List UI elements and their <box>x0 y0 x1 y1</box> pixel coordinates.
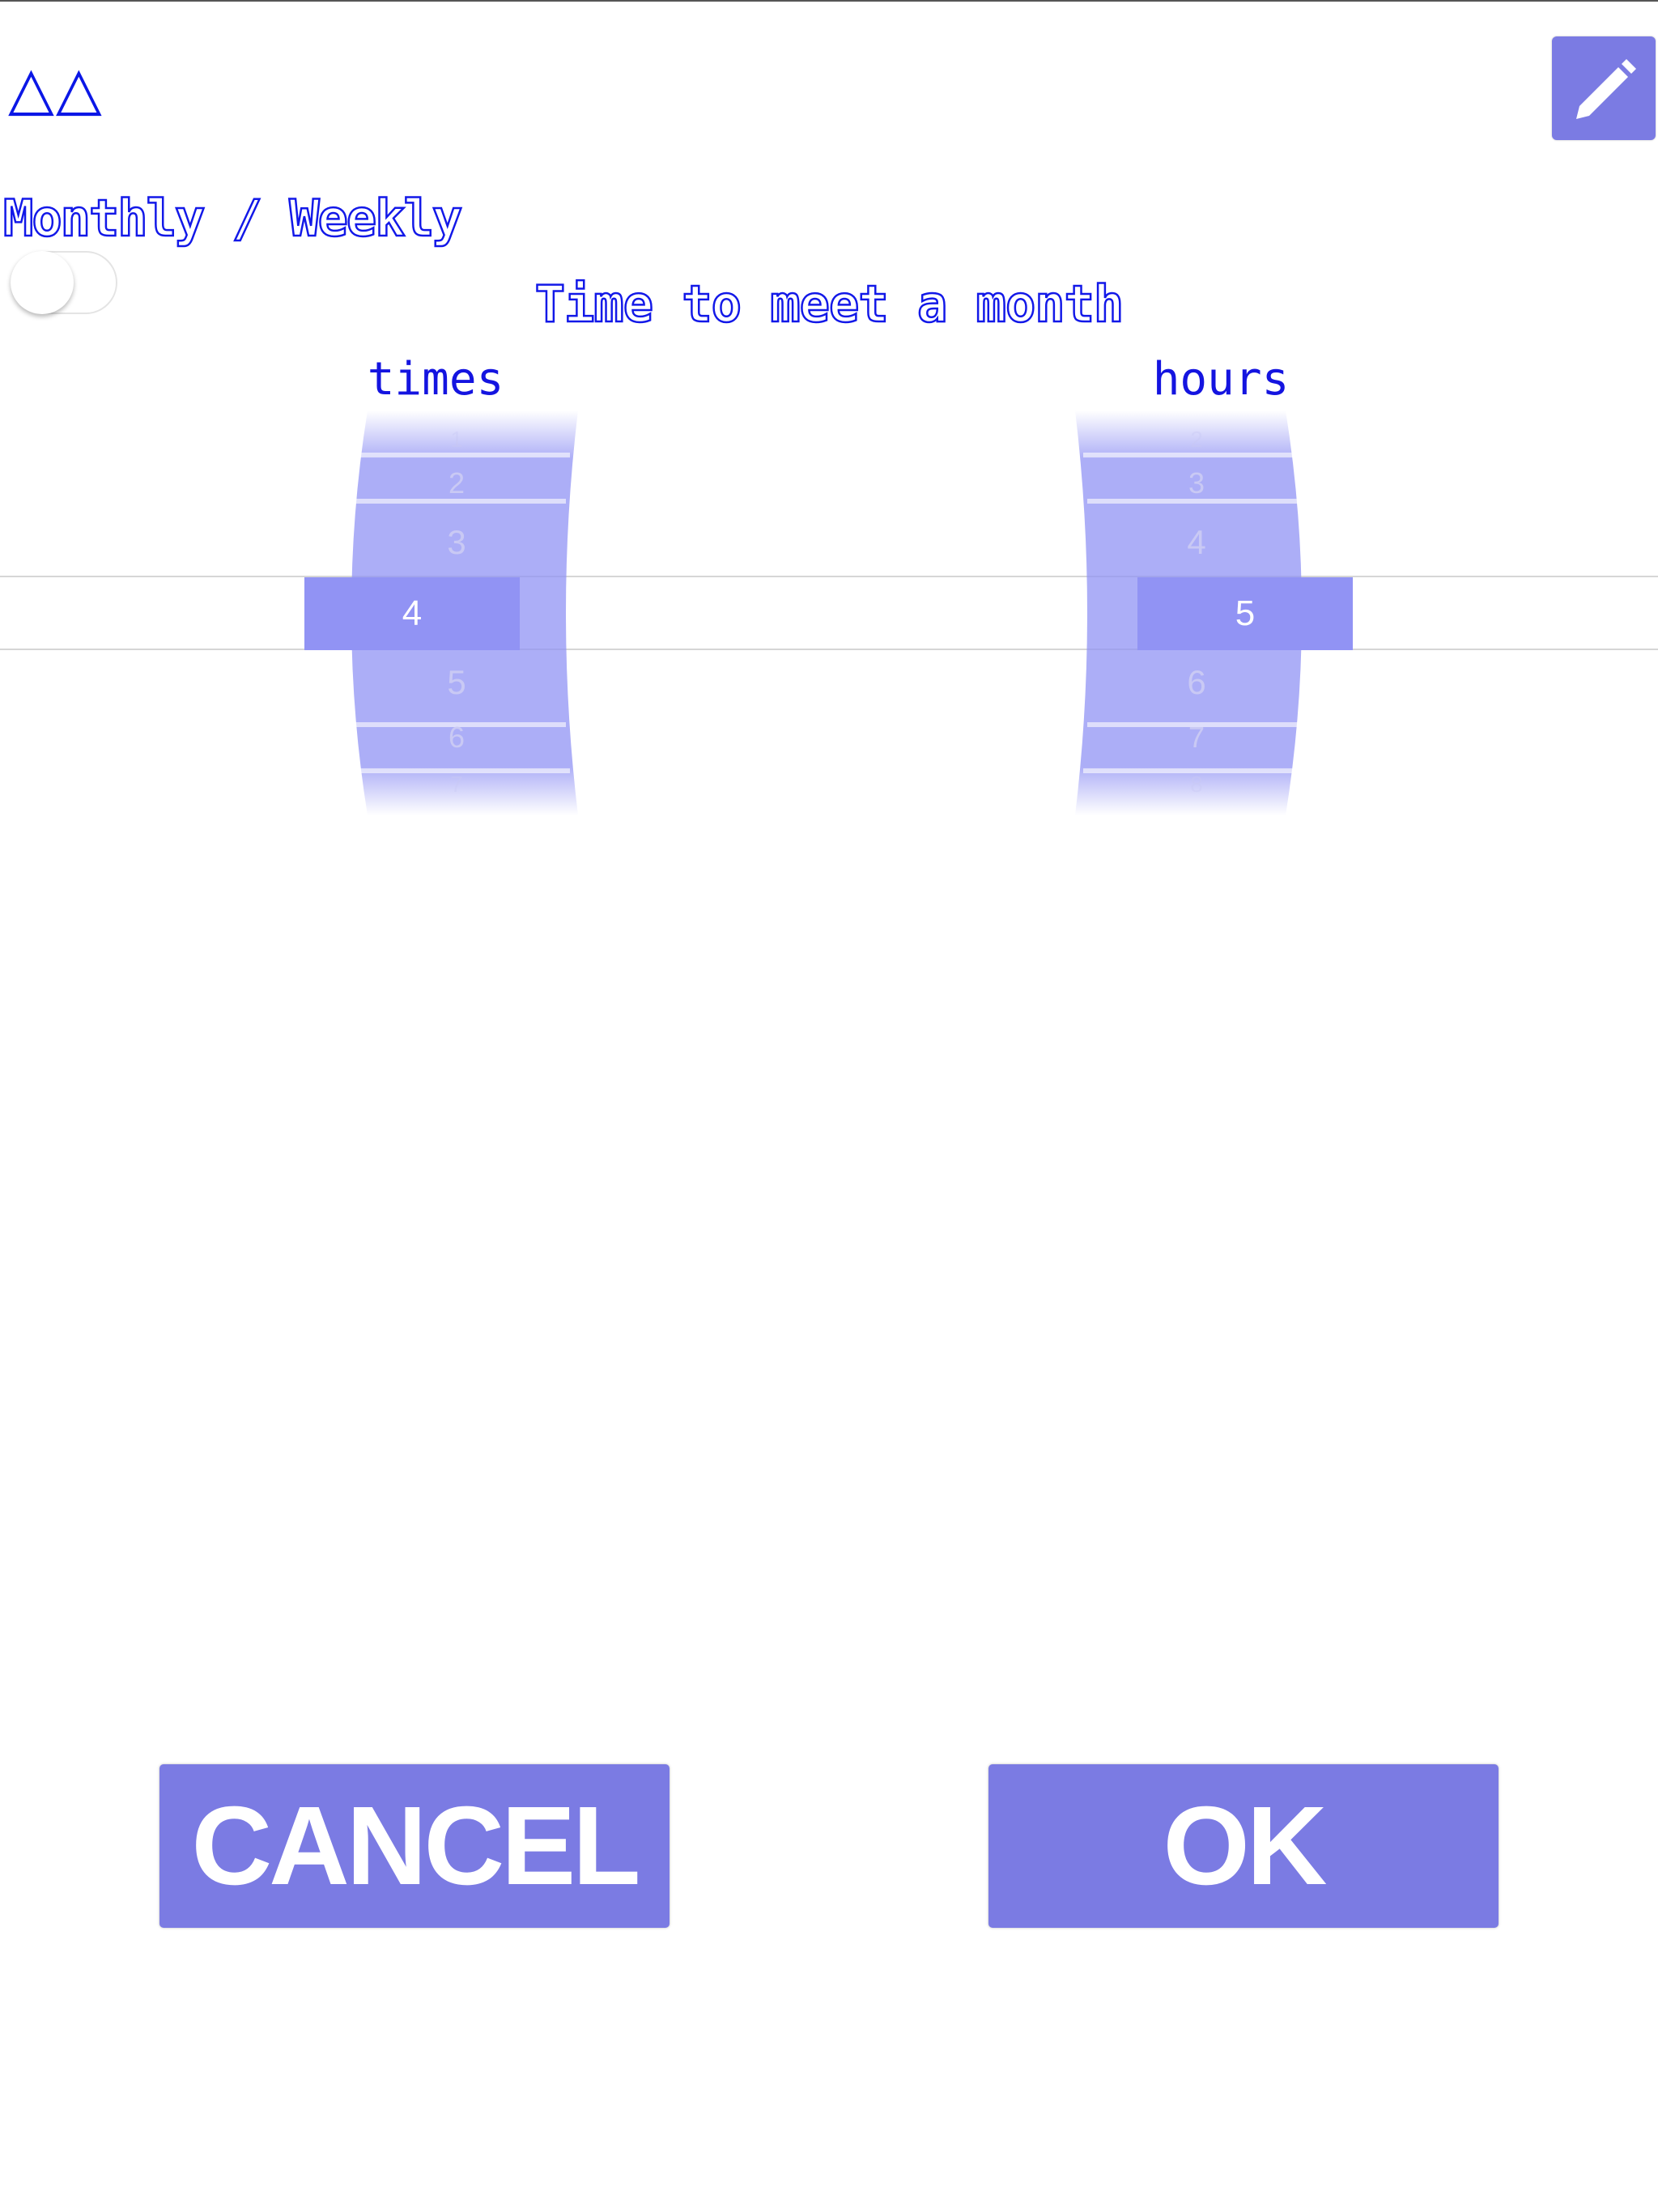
hours-option[interactable]: 7 <box>1075 721 1318 755</box>
mode-label: Monthly / Weekly <box>2 188 464 249</box>
hours-option[interactable]: 6 <box>1075 663 1318 702</box>
page: △△ Monthly / Weekly Time to meet a month… <box>0 0 1658 2212</box>
selection-band <box>0 576 1658 650</box>
times-option[interactable]: 6 <box>335 721 578 755</box>
times-header: times <box>367 353 504 406</box>
hours-header: hours <box>1152 353 1290 406</box>
hours-option[interactable]: 3 <box>1075 466 1318 500</box>
times-option[interactable]: 7 <box>335 772 578 798</box>
edit-button[interactable] <box>1552 36 1656 140</box>
app-title: △△ <box>8 53 104 123</box>
hours-selected-value[interactable]: 5 <box>1137 577 1353 650</box>
times-selected-value[interactable]: 4 <box>304 577 520 650</box>
hours-option[interactable]: 2 <box>1075 427 1318 453</box>
times-option[interactable]: 5 <box>335 663 578 702</box>
hours-option[interactable]: 8 <box>1075 772 1318 798</box>
section-title: Time to meet a month <box>534 274 1124 335</box>
times-option[interactable]: 3 <box>335 523 578 562</box>
times-option[interactable]: 2 <box>335 466 578 500</box>
ok-button[interactable]: OK <box>988 1764 1499 1928</box>
pencil-icon <box>1576 59 1636 119</box>
times-option[interactable]: 1 <box>335 427 578 453</box>
hours-option[interactable]: 4 <box>1075 523 1318 562</box>
cancel-button[interactable]: CANCEL <box>159 1764 670 1928</box>
